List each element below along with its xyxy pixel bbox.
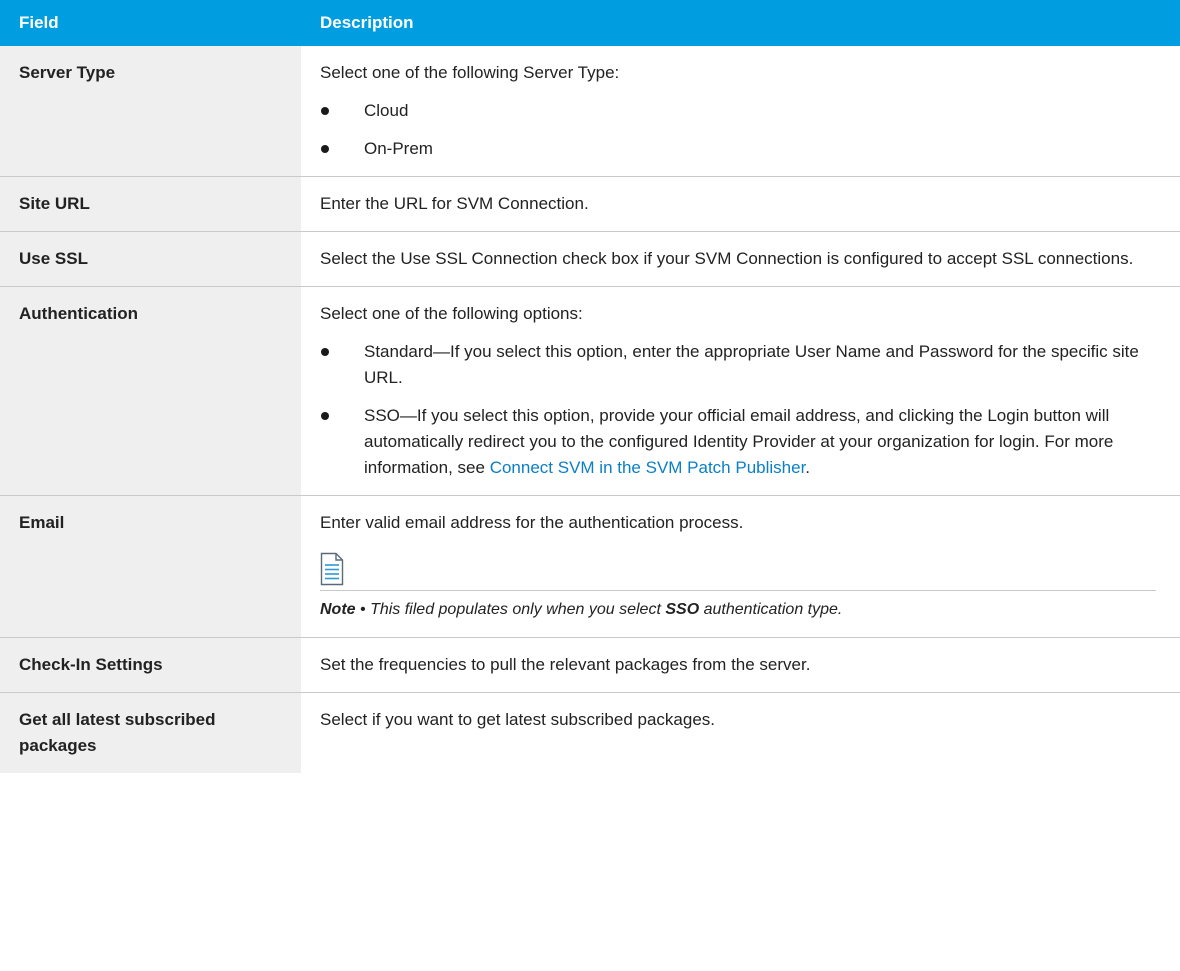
field-name-authentication: Authentication: [0, 286, 301, 496]
field-column-header: Field: [0, 0, 301, 46]
table-header-row: Field Description: [0, 0, 1180, 46]
description-column-header: Description: [301, 0, 1180, 46]
field-name-server-type: Server Type: [0, 46, 301, 177]
table-row: Check-In Settings Set the frequencies to…: [0, 637, 1180, 693]
field-name-latest-packages: Get all latest subscribed packages: [0, 692, 301, 773]
description-authentication: Select one of the following options: Sta…: [301, 286, 1180, 496]
table-row: Get all latest subscribed packages Selec…: [0, 692, 1180, 773]
field-name-check-in-settings: Check-In Settings: [0, 637, 301, 693]
field-description-table: Field Description Server Type Select one…: [0, 0, 1180, 773]
description-check-in-settings: Set the frequencies to pull the relevant…: [301, 637, 1180, 693]
list-item: Standard—If you select this option, ente…: [320, 339, 1156, 391]
list-item: On-Prem: [320, 136, 1156, 162]
description-text: Select one of the following options:: [320, 304, 583, 323]
document-note-icon: [320, 552, 344, 586]
field-name-use-ssl: Use SSL: [0, 231, 301, 287]
bullet-list: Standard—If you select this option, ente…: [320, 339, 1156, 481]
field-name-email: Email: [0, 495, 301, 638]
bullet-icon: [321, 412, 329, 420]
table-row: Email Enter valid email address for the …: [0, 495, 1180, 638]
bullet-icon: [321, 145, 329, 153]
description-use-ssl: Select the Use SSL Connection check box …: [301, 231, 1180, 287]
list-item: SSO—If you select this option, provide y…: [320, 403, 1156, 481]
description-latest-packages: Select if you want to get latest subscri…: [320, 710, 716, 729]
bullet-icon: [321, 107, 329, 115]
note-divider: [320, 590, 1156, 591]
description-email: Enter valid email address for the authen…: [301, 495, 1180, 638]
description-text: Enter valid email address for the authen…: [320, 513, 744, 532]
note-text: Note • This filed populates only when yo…: [320, 601, 843, 618]
description-server-type: Select one of the following Server Type:…: [301, 46, 1180, 177]
table-row: Use SSL Select the Use SSL Connection ch…: [0, 231, 1180, 287]
field-name-site-url: Site URL: [0, 176, 301, 232]
connect-svm-link[interactable]: Connect SVM in the SVM Patch Publisher: [490, 458, 806, 477]
list-item: Cloud: [320, 98, 1156, 124]
table-row: Site URL Enter the URL for SVM Connectio…: [0, 176, 1180, 232]
description-text: Select one of the following Server Type:: [320, 63, 620, 82]
table-row: Authentication Select one of the followi…: [0, 286, 1180, 496]
description-site-url: Enter the URL for SVM Connection.: [301, 176, 1180, 232]
bullet-icon: [321, 348, 329, 356]
bullet-list: Cloud On-Prem: [320, 98, 1156, 162]
table-row: Server Type Select one of the following …: [0, 46, 1180, 177]
